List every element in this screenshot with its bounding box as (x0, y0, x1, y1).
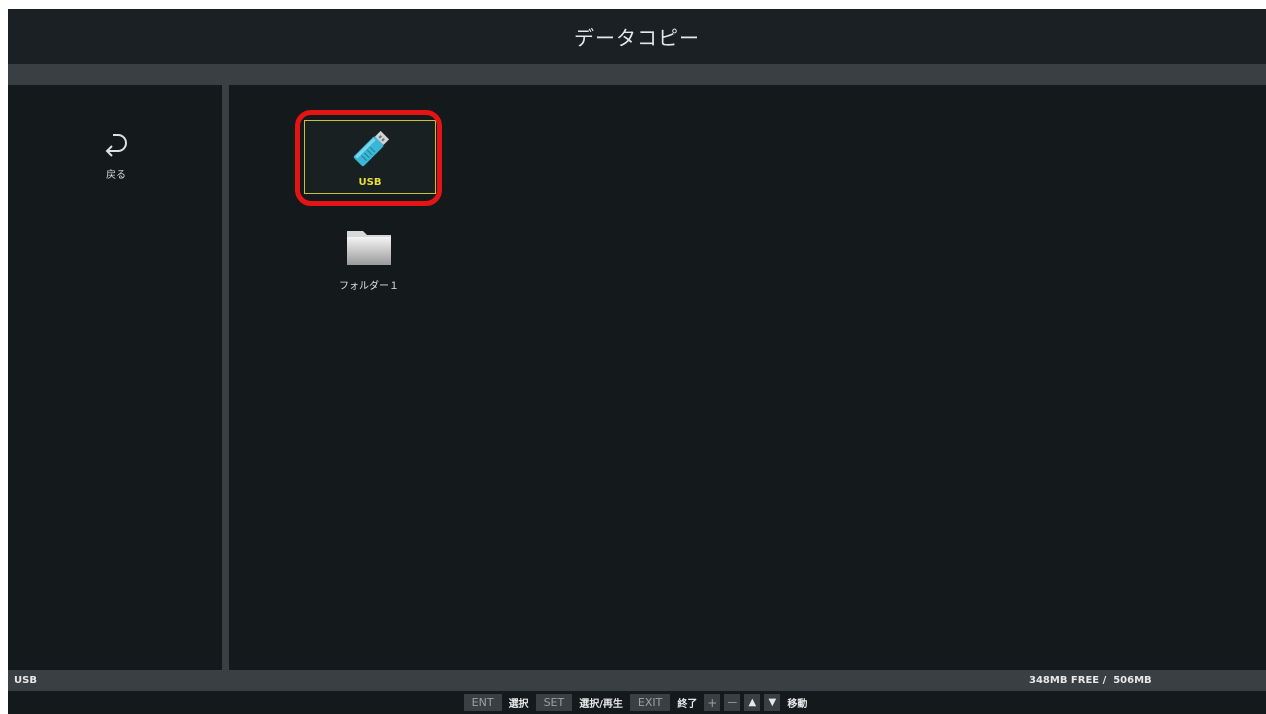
back-label: 戻る (106, 170, 126, 181)
status-bar: USB 348MB FREE / 506MB (8, 670, 1266, 691)
down-arrow-icon: ▼ (764, 694, 781, 711)
exit-key-desc: 終了 (677, 699, 698, 710)
file-browser: USB フォルダー１ (229, 85, 1266, 670)
exit-key: EXIT (629, 694, 671, 711)
set-key-desc: 選択/再生 (579, 699, 623, 710)
sidebar-divider (222, 85, 229, 670)
sub-bar (8, 64, 1266, 85)
folder-label: フォルダー１ (339, 281, 399, 292)
usb-label: USB (358, 177, 382, 188)
usb-item[interactable]: USB (304, 120, 436, 194)
back-button[interactable]: 戻る (94, 130, 138, 192)
page-title: データコピー (574, 26, 700, 50)
screen: データコピー 戻る USB フォルダー１ USB 348MB FREE / 50… (8, 9, 1266, 714)
ent-key-desc: 選択 (508, 699, 529, 710)
source-label: USB (14, 675, 37, 686)
up-arrow-icon: ▲ (744, 694, 761, 711)
title-bar: データコピー (8, 9, 1266, 64)
usb-drive-icon (345, 121, 395, 175)
ent-key: ENT (463, 694, 502, 711)
plus-key: + (704, 694, 721, 711)
set-key: SET (535, 694, 573, 711)
move-key-desc: 移動 (787, 699, 808, 710)
storage-info: 348MB FREE / 506MB (1029, 675, 1152, 686)
minus-key: － (724, 694, 741, 711)
sidebar: 戻る (8, 85, 222, 670)
key-guide-bar: ENT 選択 SET 選択/再生 EXIT 終了 + － ▲ ▼ 移動 (8, 691, 1266, 714)
folder-icon (345, 227, 393, 271)
folder-item[interactable]: フォルダー１ (331, 227, 407, 297)
return-arrow-icon (101, 130, 131, 160)
